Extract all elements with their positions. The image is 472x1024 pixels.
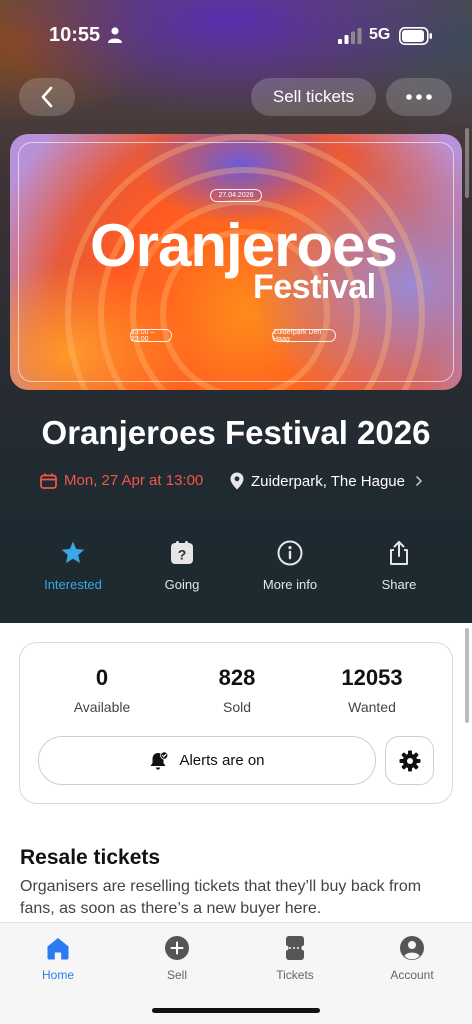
home-indicator: [152, 1008, 320, 1013]
resale-heading: Resale tickets: [20, 846, 161, 869]
more-info-button[interactable]: More info: [240, 540, 340, 592]
stat-value: 12053: [341, 665, 403, 690]
event-date: Mon, 27 Apr at 13:00: [40, 472, 203, 489]
event-title: Oranjeroes Festival 2026: [41, 414, 431, 451]
tab-tickets[interactable]: Tickets: [245, 935, 345, 982]
more-options-button[interactable]: [386, 78, 452, 116]
back-button[interactable]: [19, 78, 75, 116]
scrollbar[interactable]: [465, 128, 469, 198]
tab-account[interactable]: Account: [362, 935, 462, 982]
svg-text:?: ?: [178, 547, 187, 563]
more-info-label: More info: [262, 577, 318, 592]
stat-sold: 828 Sold: [177, 665, 297, 715]
stat-label: Sold: [222, 699, 252, 715]
person-icon: [108, 27, 122, 43]
stat-value: 828: [218, 665, 256, 690]
event-poster: 27.04.2026 Oranjeroes Festival 13:00 – 2…: [10, 134, 462, 390]
share-label: Share: [381, 577, 417, 592]
tab-sell[interactable]: Sell: [127, 935, 227, 982]
gear-icon: [399, 750, 420, 771]
tab-home-label: Home: [41, 968, 74, 982]
tab-account-label: Account: [390, 968, 434, 982]
location-pin-icon: [230, 472, 244, 490]
poster-title: Oranjeroes: [90, 212, 398, 279]
star-icon: [61, 541, 85, 563]
share-icon: [390, 541, 408, 565]
going-button[interactable]: ? Going: [132, 540, 232, 592]
home-icon: [47, 938, 69, 960]
event-header: 10:55 5G Sell tickets 27.04.2026 Oranjer…: [0, 0, 472, 623]
going-label: Going: [164, 577, 200, 592]
tab-home[interactable]: Home: [8, 935, 108, 982]
status-bar: 10:55 5G: [0, 22, 472, 50]
alert-settings-button[interactable]: [385, 736, 434, 785]
ticket-stats-card: 0 Available 828 Sold 12053 Wanted Alerts…: [19, 642, 453, 804]
interested-button[interactable]: Interested: [23, 540, 123, 592]
chevron-right-icon: [416, 476, 423, 486]
event-location-link[interactable]: Zuiderpark, The Hague: [230, 472, 423, 490]
stat-label: Wanted: [348, 699, 396, 715]
resale-description: Organisers are reselling tickets that th…: [20, 878, 422, 917]
bell-check-icon: [150, 751, 169, 770]
interested-label: Interested: [44, 577, 102, 592]
poster-hours: 13:00 – 23:00: [130, 329, 172, 343]
tab-tickets-label: Tickets: [276, 968, 314, 982]
event-location-label: Zuiderpark, The Hague: [251, 472, 405, 490]
event-date-label: Mon, 27 Apr at 13:00: [64, 472, 204, 489]
poster-subtitle: Festival: [253, 268, 376, 306]
alerts-label: Alerts are on: [179, 752, 265, 769]
question-badge-icon: ?: [171, 541, 193, 564]
info-icon: [277, 540, 303, 566]
network-label: 5G: [369, 26, 391, 43]
alerts-button[interactable]: Alerts are on: [38, 736, 376, 785]
person-icon: [400, 936, 424, 960]
stat-available: 0 Available: [42, 665, 162, 715]
ticket-icon: [283, 936, 307, 960]
status-time: 10:55: [49, 24, 101, 46]
stat-value: 0: [95, 665, 109, 690]
calendar-icon: [40, 473, 57, 489]
scrollbar[interactable]: [465, 628, 469, 723]
battery-icon: [399, 27, 432, 45]
sell-tickets-button[interactable]: Sell tickets: [251, 78, 376, 116]
plus-circle-icon: [165, 936, 189, 960]
share-button[interactable]: Share: [349, 540, 449, 592]
stat-wanted: 12053 Wanted: [312, 665, 432, 715]
tab-sell-label: Sell: [166, 968, 187, 982]
stat-label: Available: [73, 699, 131, 715]
chevron-left-icon: [41, 86, 53, 108]
more-icon: [406, 94, 432, 100]
signal-icon: [338, 28, 362, 44]
poster-venue: Zuiderpark Den Haag: [272, 329, 336, 343]
poster-date: 27.04.2026: [210, 189, 262, 202]
